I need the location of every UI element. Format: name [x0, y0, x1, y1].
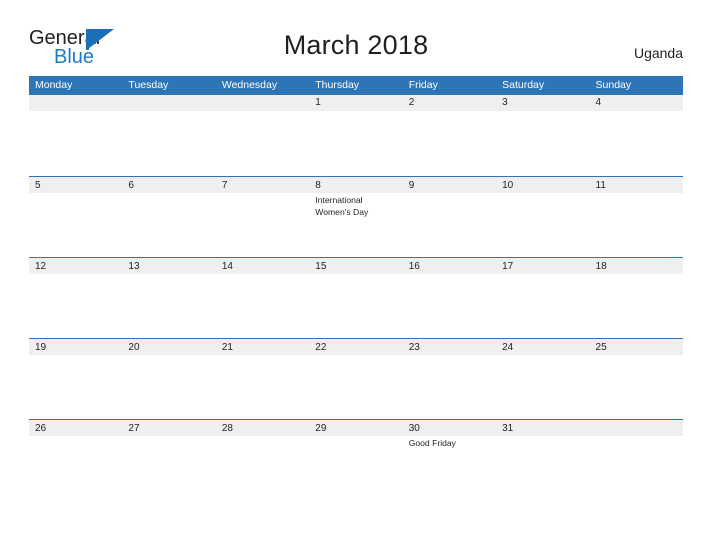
week-cells: 5 6 7 8 International Women's Day 9 10 11 — [29, 178, 683, 258]
day-number: 18 — [595, 261, 607, 272]
day-cell-7[interactable]: 7 — [216, 178, 309, 258]
day-number: 28 — [221, 423, 233, 434]
day-number: 30 — [408, 423, 420, 434]
day-number: 25 — [595, 342, 607, 353]
calendar-page: General Blue March 2018 Uganda Monday Tue… — [0, 0, 712, 550]
week-row: 19 20 21 22 23 24 25 — [29, 338, 683, 419]
day-cell-29[interactable]: 29 — [309, 421, 402, 501]
page-header: General Blue March 2018 Uganda — [0, 0, 712, 76]
weekday-header-wednesday: Wednesday — [221, 79, 278, 91]
week-cells: 26 27 28 29 30 Good Friday 31 — [29, 421, 683, 501]
week-row: 5 6 7 8 International Women's Day 9 10 11 — [29, 176, 683, 257]
day-events: International Women's Day — [315, 195, 402, 218]
day-number — [128, 95, 215, 111]
day-number: 20 — [128, 342, 140, 353]
day-cell-13[interactable]: 13 — [122, 259, 215, 339]
page-title: March 2018 — [283, 30, 429, 60]
day-number: 6 — [128, 180, 134, 191]
event-label: Good Friday — [408, 438, 456, 448]
day-number: 1 — [315, 97, 321, 108]
day-cell-5[interactable]: 5 — [29, 178, 122, 258]
day-number: 21 — [221, 342, 233, 353]
day-number: 15 — [315, 261, 327, 272]
day-cell-27[interactable]: 27 — [122, 421, 215, 501]
day-cell-8[interactable]: 8 International Women's Day — [309, 178, 402, 258]
day-number: 12 — [35, 261, 47, 272]
day-cell-26[interactable]: 26 — [29, 421, 122, 501]
day-cell-24[interactable]: 24 — [496, 340, 589, 420]
day-cell-3[interactable]: 3 — [496, 95, 589, 176]
day-number — [35, 95, 122, 111]
week-row: 26 27 28 29 30 Good Friday 31 — [29, 419, 683, 500]
week-row: 12 13 14 15 16 17 18 — [29, 257, 683, 338]
day-cell-21[interactable]: 21 — [216, 340, 309, 420]
day-number: 2 — [408, 97, 415, 108]
weekday-header-thursday: Thursday — [315, 79, 360, 91]
day-number — [596, 421, 683, 437]
day-cell-1[interactable]: 1 — [309, 95, 402, 176]
week-cells: 19 20 21 22 23 24 25 — [29, 340, 683, 420]
day-cell-empty — [29, 95, 122, 176]
day-cell-16[interactable]: 16 — [403, 259, 496, 339]
day-number: 10 — [502, 180, 514, 191]
day-cell-23[interactable]: 23 — [403, 340, 496, 420]
day-cell-9[interactable]: 9 — [403, 178, 496, 258]
day-cell-19[interactable]: 19 — [29, 340, 122, 420]
day-events: Good Friday — [409, 438, 496, 450]
week-cells: 1 2 3 4 — [29, 95, 683, 176]
day-cell-22[interactable]: 22 — [309, 340, 402, 420]
day-cell-15[interactable]: 15 — [309, 259, 402, 339]
day-cell-28[interactable]: 28 — [216, 421, 309, 501]
day-cell-11[interactable]: 11 — [590, 178, 683, 258]
event-label: International Women's Day — [315, 195, 369, 217]
day-cell-6[interactable]: 6 — [122, 178, 215, 258]
day-cell-empty — [122, 95, 215, 176]
weekday-header-friday: Friday — [408, 79, 438, 91]
day-number: 17 — [502, 261, 514, 272]
day-number: 19 — [35, 342, 47, 353]
day-number: 22 — [315, 342, 327, 353]
day-number — [222, 95, 309, 111]
day-cell-14[interactable]: 14 — [216, 259, 309, 339]
day-number: 8 — [315, 180, 321, 191]
day-number: 13 — [128, 261, 140, 272]
country-label: Uganda — [633, 45, 683, 61]
day-number: 23 — [408, 342, 420, 353]
day-number: 4 — [595, 97, 602, 108]
calendar-grid: Monday Tuesday Wednesday Thursday Friday Satu… — [29, 76, 683, 500]
day-cell-12[interactable]: 12 — [29, 259, 122, 339]
day-cell-18[interactable]: 18 — [590, 259, 683, 339]
day-cell-17[interactable]: 17 — [496, 259, 589, 339]
day-cell-20[interactable]: 20 — [122, 340, 215, 420]
day-number: 26 — [35, 423, 47, 434]
day-cell-empty — [590, 421, 683, 501]
day-cell-31[interactable]: 31 — [496, 421, 589, 501]
weekday-header-monday: Monday — [35, 79, 73, 91]
day-number: 9 — [408, 180, 415, 191]
day-cell-25[interactable]: 25 — [590, 340, 683, 420]
week-cells: 12 13 14 15 16 17 18 — [29, 259, 683, 339]
day-number: 5 — [35, 180, 41, 191]
day-cell-empty — [216, 95, 309, 176]
weekday-header-row: Monday Tuesday Wednesday Thursday Friday Satu… — [29, 76, 683, 95]
day-number: 14 — [221, 261, 233, 272]
day-number: 11 — [595, 180, 606, 191]
day-cell-30[interactable]: 30 Good Friday — [403, 421, 496, 501]
day-number: 31 — [502, 423, 514, 434]
day-cell-4[interactable]: 4 — [590, 95, 683, 176]
day-cell-10[interactable]: 10 — [496, 178, 589, 258]
day-number: 29 — [315, 423, 327, 434]
day-number: 24 — [502, 342, 514, 353]
day-number: 7 — [221, 180, 228, 191]
day-number: 3 — [502, 97, 508, 108]
weekday-header-saturday: Saturday — [502, 79, 545, 91]
day-number: 27 — [128, 423, 140, 434]
week-row: 1 2 3 4 — [29, 95, 683, 176]
weekday-header-sunday: Sunday — [595, 79, 632, 91]
calendar-weeks: 1 2 3 4 5 6 7 8 International Women's Day 9 10 11 12… — [29, 95, 683, 500]
weekday-header-tuesday: Tuesday — [128, 79, 169, 91]
day-cell-2[interactable]: 2 — [403, 95, 496, 176]
day-number: 16 — [408, 261, 420, 272]
